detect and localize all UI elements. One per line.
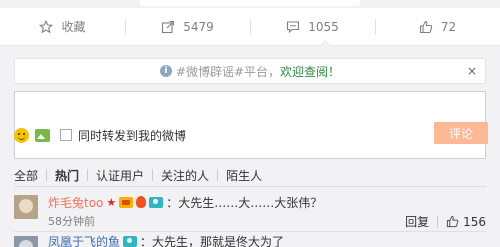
divider bbox=[14, 186, 486, 187]
comment-item: 炸毛兔too ★ ：大先生……大……大张伟？ 58分钟前 回复 156 bbox=[14, 193, 486, 233]
comment-icon bbox=[286, 20, 300, 34]
submit-comment-button[interactable]: 评论 bbox=[434, 122, 488, 144]
comment-username[interactable]: 炸毛兔too bbox=[48, 194, 103, 211]
filter-tab-all[interactable]: 全部 bbox=[14, 167, 46, 184]
rumor-notice: i #微博辟谣#平台， 欢迎查阅！ × bbox=[14, 58, 486, 84]
filter-tab-verified[interactable]: 认证用户 bbox=[88, 167, 152, 184]
action-bar: 收藏 5479 1055 72 bbox=[0, 8, 500, 46]
comment-item: 凤凰于飞的鱼 ：大先生，那就是佟大为了 bbox=[14, 231, 486, 247]
favorite-button[interactable]: 收藏 bbox=[0, 8, 125, 45]
comment-username[interactable]: 凤凰于飞的鱼 bbox=[48, 233, 120, 247]
filter-tab-strangers[interactable]: 陌生人 bbox=[218, 167, 270, 184]
camera-badge-icon[interactable] bbox=[123, 235, 138, 247]
like-count: 72 bbox=[440, 19, 457, 34]
repost-count: 5479 bbox=[183, 19, 214, 34]
verified-star-icon: ★ bbox=[106, 195, 117, 209]
divider bbox=[437, 215, 439, 228]
close-icon[interactable]: × bbox=[467, 64, 477, 78]
comment-text: ：大先生……大……大张伟？ bbox=[166, 195, 323, 210]
thumbs-up-icon bbox=[446, 215, 459, 228]
avatar[interactable] bbox=[14, 236, 38, 247]
comment-like-count: 156 bbox=[463, 214, 486, 229]
info-icon: i bbox=[159, 65, 172, 77]
reply-button[interactable]: 回复 bbox=[405, 213, 429, 230]
star-icon bbox=[39, 19, 54, 34]
notice-link[interactable]: 欢迎查阅！ bbox=[280, 63, 340, 80]
comment-tab-button[interactable]: 1055 bbox=[250, 8, 375, 45]
emoji-icon[interactable] bbox=[14, 127, 29, 143]
flame-icon bbox=[136, 196, 147, 208]
like-button[interactable]: 72 bbox=[375, 8, 500, 45]
repost-checkbox-label[interactable]: 同时转发到我的微博 bbox=[78, 127, 186, 144]
comment-panel: i #微博辟谣#平台， 欢迎查阅！ × 同时转发到我的微博 评论 全部 热门 认… bbox=[0, 46, 500, 247]
repost-icon bbox=[161, 20, 175, 34]
favorite-label: 收藏 bbox=[61, 20, 86, 34]
camera-badge-icon[interactable] bbox=[149, 196, 164, 208]
comment-text: ：大先生，那就是佟大为了 bbox=[140, 234, 285, 247]
avatar[interactable] bbox=[14, 195, 38, 219]
comment-actions: 回复 156 bbox=[405, 213, 486, 230]
comment-count: 1055 bbox=[308, 19, 339, 34]
comment-filter-tabs: 全部 热门 认证用户 关注的人 陌生人 bbox=[14, 167, 270, 183]
vip-crown-icon[interactable] bbox=[119, 196, 134, 208]
comment-like-button[interactable]: 156 bbox=[446, 215, 486, 229]
top-strip-tab bbox=[140, 0, 360, 6]
notice-text: #微博辟谣#平台， bbox=[175, 64, 281, 79]
filter-tab-following[interactable]: 关注的人 bbox=[153, 167, 217, 184]
top-strip bbox=[0, 0, 500, 8]
image-icon[interactable] bbox=[35, 128, 50, 142]
thumbs-up-icon bbox=[419, 20, 433, 34]
filter-tab-hot[interactable]: 热门 bbox=[47, 167, 87, 184]
composer-tools: 同时转发到我的微博 bbox=[14, 124, 186, 146]
repost-checkbox[interactable] bbox=[60, 129, 72, 141]
repost-button[interactable]: 5479 bbox=[125, 8, 250, 45]
